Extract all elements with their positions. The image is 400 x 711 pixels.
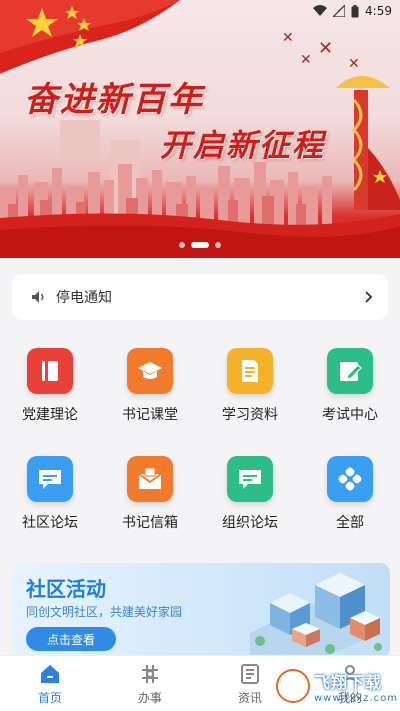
exam-edit-icon xyxy=(327,348,373,394)
menu-item-label: 学习资料 xyxy=(222,407,278,423)
mailbox-icon xyxy=(127,456,173,502)
menu-item-label: 组织论坛 xyxy=(222,515,278,531)
tab-label: 首页 xyxy=(37,691,62,705)
menu-item-all[interactable]: 全部 xyxy=(300,448,400,558)
service-icon xyxy=(142,665,158,683)
menu-item-party-theory[interactable]: 党建理论 xyxy=(0,340,100,450)
menu-item-label: 考试中心 xyxy=(322,407,378,423)
battery-icon xyxy=(351,4,359,17)
watermark-main-text: 飞翔下载 xyxy=(314,672,383,692)
dove-decoration: ✕ xyxy=(318,38,334,59)
menu-item-exam-center[interactable]: 考试中心 xyxy=(300,340,400,450)
dove-decoration: ✕ xyxy=(282,30,294,46)
notice-bar[interactable]: 停电通知 xyxy=(12,274,388,320)
menu-item-label: 社区论坛 xyxy=(22,515,78,531)
tab-label: 资讯 xyxy=(237,691,262,705)
tab-label: 办事 xyxy=(137,691,162,705)
menu-item-community-forum[interactable]: 社区论坛 xyxy=(0,448,100,558)
menu-item-secretary-class[interactable]: 书记课堂 xyxy=(100,340,200,450)
news-icon xyxy=(241,664,259,684)
huabiao-pillar-illustration xyxy=(336,76,400,210)
hero-banner[interactable]: ✕ ✕ ✕ ✕ 奋进新百年 开启新征程 xyxy=(0,0,400,258)
activity-title: 社区活动 xyxy=(26,577,106,601)
menu-item-label: 全部 xyxy=(336,515,364,531)
carousel-dot-active[interactable] xyxy=(191,242,209,248)
carousel-dot[interactable] xyxy=(179,242,185,248)
activity-subtitle: 同创文明社区，共建美好家园 xyxy=(26,605,183,619)
banner-slogan-line2: 开启新征程 xyxy=(160,128,325,164)
tab-home[interactable]: 首页 xyxy=(0,656,100,711)
speaker-icon xyxy=(32,291,44,303)
watermark-logo-icon xyxy=(276,669,310,703)
community-activity-card[interactable]: 社区活动 同创文明社区，共建美好家园 点击查看 xyxy=(12,563,390,659)
document-icon xyxy=(227,348,273,394)
feature-menu-grid: 党建理论 书记课堂 学习资料 考试中心 社区论坛 书记信箱 组织论坛 全部 xyxy=(0,340,400,560)
site-watermark: 飞翔下载 www.fxxz.com xyxy=(276,664,400,708)
chevron-right-icon xyxy=(365,291,373,303)
notice-label: 停电通知 xyxy=(56,290,112,306)
chat-bubble-icon xyxy=(27,456,73,502)
menu-item-label: 书记信箱 xyxy=(122,515,178,531)
menu-item-secretary-mailbox[interactable]: 书记信箱 xyxy=(100,448,200,558)
banner-slogan-line1: 奋进新百年 xyxy=(24,80,204,120)
home-icon xyxy=(41,665,59,683)
wifi-icon xyxy=(313,5,328,16)
watermark-url: www.fxxz.com xyxy=(314,692,398,704)
signal-icon xyxy=(333,5,346,17)
status-time: 4:59 xyxy=(365,4,392,18)
menu-item-study-materials[interactable]: 学习资料 xyxy=(200,340,300,450)
grid-all-icon xyxy=(327,456,373,502)
chat-bubble-icon xyxy=(227,456,273,502)
menu-item-organization-forum[interactable]: 组织论坛 xyxy=(200,448,300,558)
dove-decoration: ✕ xyxy=(300,52,312,68)
community-buildings-illustration xyxy=(250,573,382,659)
menu-item-label: 书记课堂 xyxy=(122,407,178,423)
status-bar: 4:59 xyxy=(0,0,400,22)
carousel-dot[interactable] xyxy=(215,242,221,248)
book-icon xyxy=(27,348,73,394)
graduation-cap-icon xyxy=(127,348,173,394)
view-activity-button[interactable]: 点击查看 xyxy=(26,627,116,651)
carousel-indicator[interactable] xyxy=(0,240,400,250)
tab-service[interactable]: 办事 xyxy=(100,656,200,711)
menu-item-label: 党建理论 xyxy=(22,407,78,423)
